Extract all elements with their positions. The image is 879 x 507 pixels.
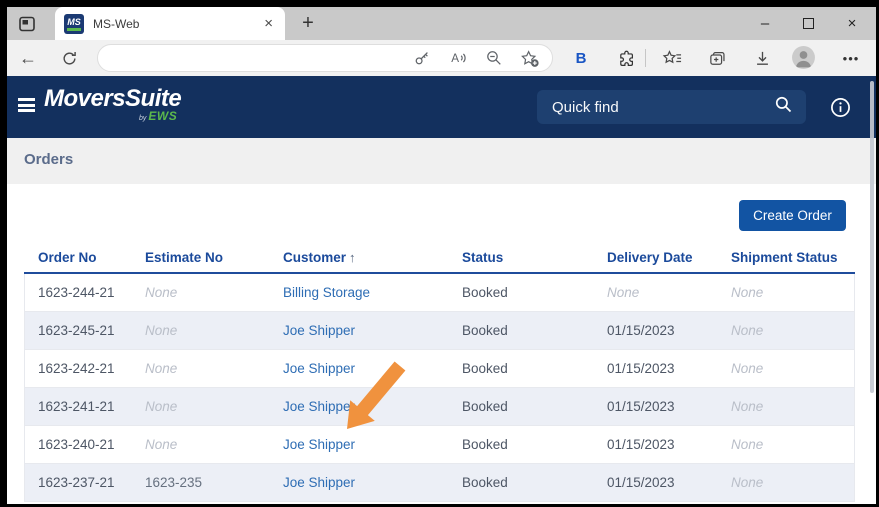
- cell-delivery-date: 01/15/2023: [594, 388, 718, 425]
- orders-table-body: 1623-244-21 None Billing Storage Booked …: [24, 274, 855, 502]
- cell-estimate-no: None: [132, 350, 270, 387]
- table-header-row: Order No Estimate No Customer↑ Status De…: [24, 242, 855, 274]
- back-icon[interactable]: ←: [15, 45, 41, 71]
- cell-estimate-no: None: [132, 274, 270, 311]
- cell-delivery-date: 01/15/2023: [594, 312, 718, 349]
- toolbar-divider: [645, 49, 646, 67]
- window-controls: – ×: [757, 7, 870, 40]
- profile-avatar[interactable]: [791, 45, 816, 70]
- cell-status: Booked: [449, 426, 594, 463]
- cell-shipment-status: None: [718, 312, 854, 349]
- cell-status: Booked: [449, 350, 594, 387]
- minimize-button[interactable]: –: [757, 15, 773, 32]
- tab-title: MS-Web: [93, 17, 264, 31]
- tab-close-icon[interactable]: ×: [264, 15, 273, 32]
- extensions-puzzle-icon[interactable]: [613, 45, 639, 71]
- cell-estimate-no: 1623-235: [132, 464, 270, 501]
- cell-order-no: 1623-245-21: [25, 312, 132, 349]
- cell-shipment-status: None: [718, 274, 854, 311]
- column-header-delivery-date[interactable]: Delivery Date: [593, 250, 717, 265]
- cell-delivery-date: 01/15/2023: [594, 426, 718, 463]
- svg-text:A: A: [451, 52, 459, 65]
- site-favicon: MS: [64, 14, 84, 34]
- brand-by: by: [139, 115, 146, 122]
- app-header: MoversSuite by EWS: [7, 76, 876, 138]
- settings-menu-icon[interactable]: •••: [838, 45, 864, 71]
- annotation-arrow-icon: [345, 361, 408, 431]
- browser-toolbar: ← A B: [7, 40, 876, 76]
- cell-delivery-date: 01/15/2023: [594, 464, 718, 501]
- collections-icon[interactable]: [704, 45, 730, 71]
- column-header-status[interactable]: Status: [448, 250, 593, 265]
- column-header-order-no[interactable]: Order No: [24, 250, 131, 265]
- address-bar-icons: A: [412, 48, 540, 68]
- orders-page: Create Order Order No Estimate No Custom…: [7, 184, 876, 504]
- cell-order-no: 1623-241-21: [25, 388, 132, 425]
- zoom-out-icon[interactable]: [484, 48, 504, 68]
- cell-customer-link[interactable]: Joe Shipper: [270, 426, 449, 463]
- address-bar[interactable]: A: [97, 44, 553, 72]
- window-close-button[interactable]: ×: [844, 15, 860, 32]
- cell-estimate-no: None: [132, 426, 270, 463]
- browser-window: MS MS-Web × + – × ← A: [7, 7, 876, 504]
- read-aloud-icon[interactable]: A: [448, 48, 468, 68]
- favorites-icon[interactable]: [659, 45, 685, 71]
- hamburger-menu-icon[interactable]: [18, 98, 35, 112]
- table-row[interactable]: 1623-241-21 None Joe Shipper Booked 01/1…: [25, 388, 854, 426]
- create-order-button[interactable]: Create Order: [739, 200, 846, 231]
- password-key-icon[interactable]: [412, 48, 432, 68]
- cell-customer-link[interactable]: Billing Storage: [270, 274, 449, 311]
- table-row[interactable]: 1623-245-21 None Joe Shipper Booked 01/1…: [25, 312, 854, 350]
- new-tab-button[interactable]: +: [295, 10, 321, 36]
- refresh-icon[interactable]: [56, 45, 82, 71]
- brand-company: EWS: [148, 109, 177, 123]
- app-logo: MoversSuite by EWS: [44, 85, 181, 123]
- cell-shipment-status: None: [718, 388, 854, 425]
- breadcrumb-band: Orders: [7, 138, 876, 184]
- downloads-icon[interactable]: [749, 45, 775, 71]
- cell-estimate-no: None: [132, 312, 270, 349]
- add-favorite-icon[interactable]: [520, 48, 540, 68]
- cell-status: Booked: [449, 274, 594, 311]
- table-row[interactable]: 1623-242-21 None Joe Shipper Booked 01/1…: [25, 350, 854, 388]
- cell-order-no: 1623-240-21: [25, 426, 132, 463]
- quick-find-box[interactable]: [537, 90, 806, 124]
- cell-shipment-status: None: [718, 426, 854, 463]
- cell-shipment-status: None: [718, 464, 854, 501]
- cell-estimate-no: None: [132, 388, 270, 425]
- maximize-button[interactable]: [803, 18, 814, 29]
- tab-actions-menu-icon[interactable]: [16, 13, 38, 35]
- column-header-shipment-status[interactable]: Shipment Status: [717, 250, 855, 265]
- cell-shipment-status: None: [718, 350, 854, 387]
- cell-delivery-date: 01/15/2023: [594, 350, 718, 387]
- address-bar-input[interactable]: [112, 51, 412, 66]
- cell-status: Booked: [449, 312, 594, 349]
- quick-find-input[interactable]: [552, 99, 774, 116]
- cell-delivery-date: None: [594, 274, 718, 311]
- page-title: Orders: [24, 151, 73, 168]
- table-row[interactable]: 1623-240-21 None Joe Shipper Booked 01/1…: [25, 426, 854, 464]
- b-extension-icon[interactable]: B: [568, 45, 594, 71]
- cell-customer-link[interactable]: Joe Shipper: [270, 312, 449, 349]
- column-header-estimate-no[interactable]: Estimate No: [131, 250, 269, 265]
- column-header-customer[interactable]: Customer↑: [269, 250, 448, 265]
- info-icon[interactable]: [830, 97, 851, 118]
- cell-order-no: 1623-244-21: [25, 274, 132, 311]
- table-row[interactable]: 1623-237-21 1623-235 Joe Shipper Booked …: [25, 464, 854, 502]
- browser-tab[interactable]: MS MS-Web ×: [55, 7, 285, 40]
- cell-customer-link[interactable]: Joe Shipper: [270, 464, 449, 501]
- cell-order-no: 1623-237-21: [25, 464, 132, 501]
- table-row[interactable]: 1623-244-21 None Billing Storage Booked …: [25, 274, 854, 312]
- search-icon[interactable]: [774, 95, 793, 119]
- tab-strip: MS MS-Web × + – ×: [7, 7, 876, 40]
- cell-status: Booked: [449, 388, 594, 425]
- cell-status: Booked: [449, 464, 594, 501]
- scrollbar-thumb[interactable]: [870, 81, 874, 393]
- sort-ascending-icon: ↑: [349, 250, 356, 265]
- cell-order-no: 1623-242-21: [25, 350, 132, 387]
